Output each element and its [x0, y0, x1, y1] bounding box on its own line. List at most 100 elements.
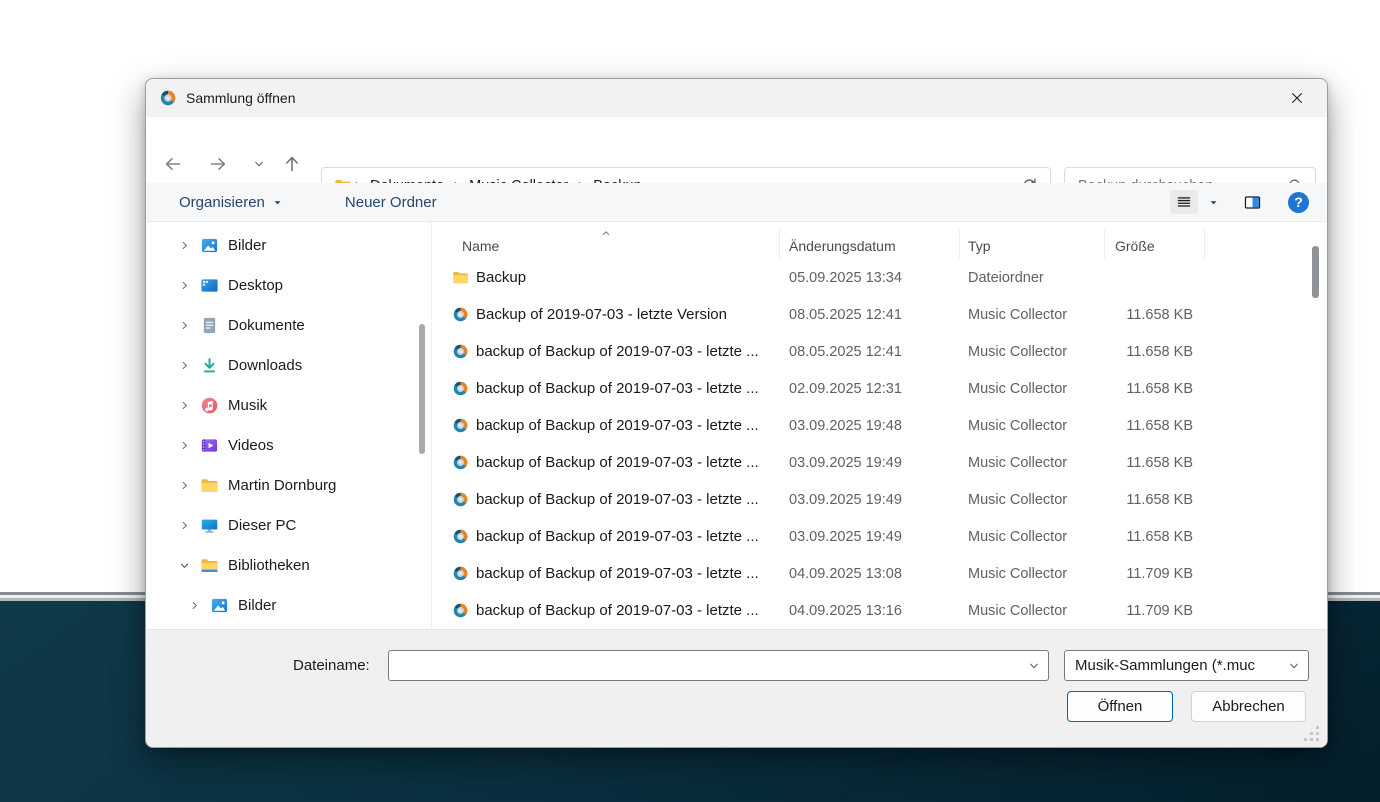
filename-dropdown-chevron-icon[interactable]	[1028, 660, 1040, 672]
file-row[interactable]: Backup 05.09.2025 13:34 Dateiordner	[432, 259, 1327, 296]
sidebar-item-martin-dornburg[interactable]: Martin Dornburg	[146, 465, 431, 505]
file-name: Backup	[476, 269, 527, 286]
filename-input[interactable]	[399, 656, 1028, 675]
file-list-pane: Name Änderungsdatum Typ Größe Backup 05.09.2…	[431, 222, 1327, 629]
column-header-typ[interactable]: Typ	[960, 229, 1105, 259]
file-row[interactable]: backup of Backup of 2019-07-03 - letzte …	[432, 592, 1327, 629]
libraries-icon	[200, 556, 219, 575]
desktop-icon	[200, 276, 219, 295]
file-name-cell: backup of Backup of 2019-07-03 - letzte …	[432, 380, 780, 397]
file-row[interactable]: backup of Backup of 2019-07-03 - letzte …	[432, 370, 1327, 407]
sidebar-item-label: Videos	[228, 436, 274, 454]
recent-locations-chevron-icon[interactable]	[242, 147, 276, 181]
file-name: Backup of 2019-07-03 - letzte Version	[476, 306, 727, 323]
music-collector-app-icon	[159, 89, 177, 107]
back-icon[interactable]	[156, 147, 190, 181]
chevron-right-icon[interactable]	[179, 280, 190, 291]
folder-icon	[452, 269, 469, 286]
file-modified: 04.09.2025 13:16	[789, 602, 902, 619]
organize-button[interactable]: Organisieren	[179, 194, 283, 211]
file-row[interactable]: backup of Backup of 2019-07-03 - letzte …	[432, 407, 1327, 444]
chevron-down-icon[interactable]	[179, 560, 190, 571]
music-collector-file-icon	[452, 417, 469, 434]
forward-icon[interactable]	[201, 147, 235, 181]
column-headers: Name Änderungsdatum Typ Größe	[432, 229, 1327, 259]
file-modified: 03.09.2025 19:49	[789, 454, 902, 471]
music-collector-file-icon	[452, 343, 469, 360]
sidebar-item-label: Bibliotheken	[228, 556, 310, 574]
file-modified: 04.09.2025 13:08	[789, 565, 902, 582]
column-header-name[interactable]: Name	[432, 229, 780, 259]
file-type: Music Collector	[968, 306, 1068, 323]
column-header-label: Typ	[968, 238, 991, 254]
chevron-right-icon[interactable]	[179, 400, 190, 411]
file-name-cell: backup of Backup of 2019-07-03 - letzte …	[432, 454, 780, 471]
file-row[interactable]: backup of Backup of 2019-07-03 - letzte …	[432, 444, 1327, 481]
file-name-cell: Backup of 2019-07-03 - letzte Version	[432, 306, 780, 323]
file-name: backup of Backup of 2019-07-03 - letzte …	[476, 380, 759, 397]
column-header-label: Name	[462, 238, 500, 254]
sidebar-item-videos[interactable]: Videos	[146, 425, 431, 465]
file-modified: 03.09.2025 19:49	[789, 528, 902, 545]
chevron-right-icon[interactable]	[179, 480, 190, 491]
file-list-scrollbar[interactable]	[1312, 246, 1319, 298]
chevron-right-icon[interactable]	[179, 520, 190, 531]
titlebar[interactable]: Sammlung öffnen	[146, 79, 1327, 117]
chevron-right-icon[interactable]	[179, 240, 190, 251]
sidebar-item-dieser-pc[interactable]: Dieser PC	[146, 505, 431, 545]
sidebar-item-bibliotheken[interactable]: Bibliotheken	[146, 545, 431, 585]
sidebar-scrollbar[interactable]	[419, 324, 425, 454]
file-name: backup of Backup of 2019-07-03 - letzte …	[476, 528, 759, 545]
file-name: backup of Backup of 2019-07-03 - letzte …	[476, 454, 759, 471]
file-type: Music Collector	[968, 565, 1068, 582]
view-dropdown-chevron-icon[interactable]	[1208, 197, 1219, 208]
cancel-button[interactable]: Abbrechen	[1191, 691, 1306, 722]
column-header-gr-e[interactable]: Größe	[1105, 229, 1205, 259]
sort-ascending-icon	[600, 227, 612, 239]
dialog-footer: Dateiname: Musik-Sammlungen (*.muc Öffne…	[146, 629, 1327, 747]
file-row[interactable]: Backup of 2019-07-03 - letzte Version 08.…	[432, 296, 1327, 333]
sidebar-item-desktop[interactable]: Desktop	[146, 265, 431, 305]
close-icon[interactable]	[1280, 83, 1314, 113]
file-modified: 03.09.2025 19:49	[789, 491, 902, 508]
file-row[interactable]: backup of Backup of 2019-07-03 - letzte …	[432, 333, 1327, 370]
file-name: backup of Backup of 2019-07-03 - letzte …	[476, 343, 759, 360]
file-name-cell: backup of Backup of 2019-07-03 - letzte …	[432, 565, 780, 582]
sidebar-item-label: Martin Dornburg	[228, 476, 337, 494]
sidebar-item-label: Desktop	[228, 276, 284, 294]
preview-pane-icon[interactable]	[1243, 193, 1262, 212]
open-button[interactable]: Öffnen	[1067, 691, 1173, 722]
file-row[interactable]: backup of Backup of 2019-07-03 - letzte …	[432, 518, 1327, 555]
chevron-right-icon[interactable]	[179, 440, 190, 451]
file-name-cell: backup of Backup of 2019-07-03 - letzte …	[432, 528, 780, 545]
file-name: backup of Backup of 2019-07-03 - letzte …	[476, 602, 759, 619]
sidebar-item-dokumente[interactable]: Dokumente	[146, 305, 431, 345]
help-icon[interactable]: ?	[1288, 191, 1309, 213]
file-row[interactable]: backup of Backup of 2019-07-03 - letzte …	[432, 555, 1327, 592]
sidebar-item-label: Dieser PC	[228, 516, 297, 534]
file-modified: 08.05.2025 12:41	[789, 343, 902, 360]
file-name-cell: backup of Backup of 2019-07-03 - letzte …	[432, 602, 780, 619]
sidebar-item-downloads[interactable]: Downloads	[146, 345, 431, 385]
filetype-select[interactable]: Musik-Sammlungen (*.muc	[1064, 650, 1309, 681]
file-type: Dateiordner	[968, 269, 1044, 286]
file-modified: 02.09.2025 12:31	[789, 380, 902, 397]
up-icon[interactable]	[275, 147, 309, 181]
resize-grip-icon[interactable]	[1304, 726, 1320, 742]
sidebar-item-musik[interactable]: Musik	[146, 385, 431, 425]
list-view-icon[interactable]	[1170, 190, 1198, 214]
new-folder-button[interactable]: Neuer Ordner	[345, 194, 437, 211]
sidebar-item-bilder-child[interactable]: Bilder	[146, 585, 431, 625]
file-name-cell: backup of Backup of 2019-07-03 - letzte …	[432, 417, 780, 434]
sidebar-item-label: Downloads	[228, 356, 303, 374]
chevron-right-icon[interactable]	[179, 320, 190, 331]
sidebar-item-bilder[interactable]: Bilder	[146, 225, 431, 265]
chevron-right-icon[interactable]	[189, 600, 200, 611]
column-header-nderungsdatum[interactable]: Änderungsdatum	[780, 229, 960, 259]
new-folder-label: Neuer Ordner	[344, 193, 437, 211]
file-name: backup of Backup of 2019-07-03 - letzte …	[476, 417, 759, 434]
chevron-right-icon[interactable]	[179, 360, 190, 371]
command-toolbar: Organisieren Neuer Ordner ?	[146, 183, 1327, 222]
navigation-row: DokumenteMusic CollectorBackup	[146, 117, 1327, 204]
file-row[interactable]: backup of Backup of 2019-07-03 - letzte …	[432, 481, 1327, 518]
